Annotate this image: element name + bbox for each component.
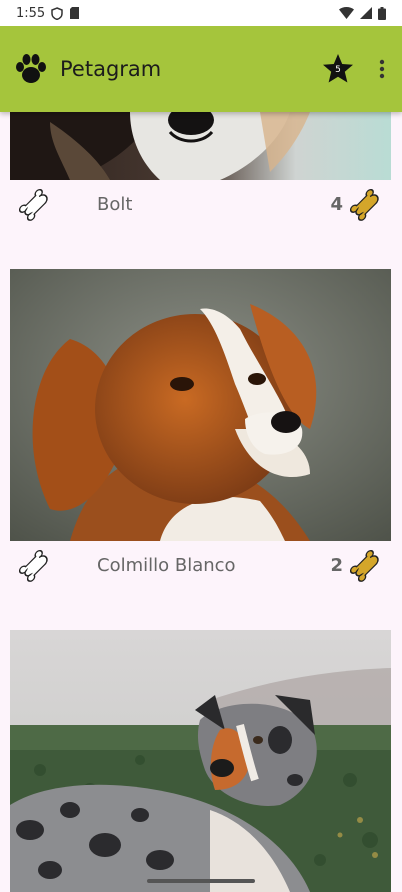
status-bar: 1:55: [0, 0, 402, 26]
sd-card-icon: [69, 7, 80, 19]
like-button[interactable]: [18, 188, 52, 222]
battery-icon: [378, 6, 386, 20]
pet-name: Bolt: [97, 194, 133, 215]
bone-outline-icon: [19, 550, 48, 582]
more-options-button[interactable]: [372, 53, 392, 85]
bone-outline-icon: [19, 189, 48, 221]
pet-photo[interactable]: [10, 630, 391, 892]
signal-icon: [360, 7, 372, 19]
app-title: Petagram: [60, 57, 162, 81]
bone-filled-icon: [349, 549, 383, 583]
rating-count: 4: [330, 194, 343, 215]
favorites-count: 5: [335, 65, 341, 75]
pet-info-row: Colmillo Blanco 2: [10, 547, 391, 587]
status-bar-left: 1:55: [16, 6, 80, 21]
pet-photo[interactable]: [10, 269, 391, 541]
pet-name: Colmillo Blanco: [97, 555, 236, 576]
bone-filled-icon: [349, 188, 383, 222]
status-time: 1:55: [16, 5, 46, 21]
pet-feed[interactable]: Bolt 4 Colmillo Blanco 2: [0, 112, 402, 892]
app-bar: Petagram 5: [0, 26, 402, 112]
shield-icon: [51, 6, 63, 20]
pet-photo[interactable]: [10, 112, 391, 180]
paw-icon: [14, 52, 48, 86]
like-button[interactable]: [18, 549, 52, 583]
navigation-handle[interactable]: [147, 879, 255, 883]
more-vert-icon: [379, 59, 385, 79]
rating-count: 2: [330, 555, 343, 576]
favorites-button[interactable]: 5: [322, 53, 354, 85]
wifi-icon: [339, 7, 354, 19]
status-bar-right: [339, 6, 386, 20]
pet-info-row: Bolt 4: [10, 186, 391, 226]
